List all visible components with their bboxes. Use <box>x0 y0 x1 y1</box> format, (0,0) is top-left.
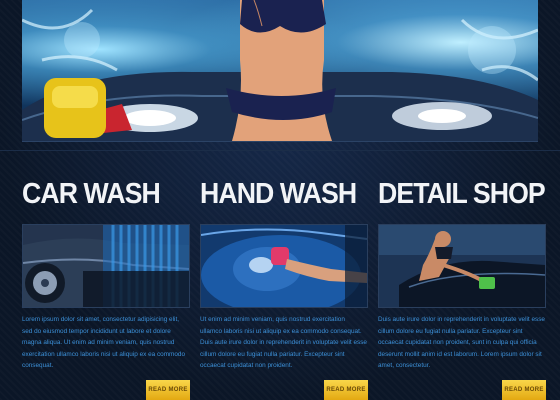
feature-detail-shop: DETAIL SHOP Duis aute irure dolor in rep… <box>378 172 546 400</box>
detail-shop-image <box>378 224 546 308</box>
feature-title: CAR WASH <box>22 178 161 210</box>
hero-image <box>22 0 538 141</box>
car-wash-image <box>22 224 190 308</box>
feature-description: Ut enim ad minim veniam, quis nostrud ex… <box>200 316 367 369</box>
feature-title: DETAIL SHOP <box>378 178 546 210</box>
feature-description: Lorem ipsum dolor sit amet, consectetur … <box>22 316 186 369</box>
hero-banner <box>22 0 538 142</box>
read-more-button[interactable]: READ MORE <box>502 380 546 400</box>
hand-wash-image <box>200 224 368 308</box>
feature-description: Duis aute irure dolor in reprehenderit i… <box>378 316 545 369</box>
read-more-button[interactable]: READ MORE <box>324 380 368 400</box>
read-more-button[interactable]: READ MORE <box>146 380 190 400</box>
feature-car-wash: CAR WASH Lorem ipsum dolor sit amet, con… <box>22 172 190 400</box>
feature-hand-wash: HAND WASH Ut enim ad minim veniam, quis … <box>200 172 368 400</box>
feature-title: HAND WASH <box>200 178 357 210</box>
divider <box>0 150 560 151</box>
